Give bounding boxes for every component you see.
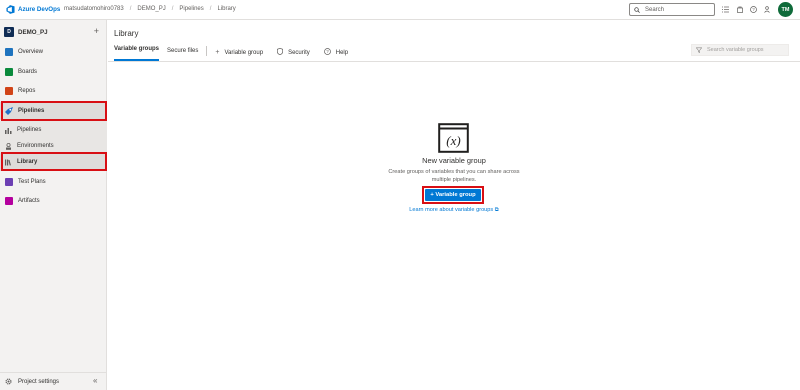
divider xyxy=(206,46,208,56)
empty-state-description: Create groups of variables that you can … xyxy=(388,169,520,183)
top-icons: ? xyxy=(722,5,771,14)
sidebar-item-label: Test Plans xyxy=(18,179,46,185)
person-settings-icon[interactable] xyxy=(764,5,771,14)
search-placeholder: Search xyxy=(645,6,665,13)
add-project-button[interactable]: + xyxy=(94,26,99,36)
test-plans-icon xyxy=(5,178,13,186)
sidebar-item-label: Repos xyxy=(18,88,36,94)
project-badge: D xyxy=(4,27,14,37)
brand-link[interactable]: Azure DevOps xyxy=(18,6,60,13)
variable-icon-text: (x) xyxy=(446,133,460,148)
sidebar-item-label: Environments xyxy=(17,143,54,149)
sidebar-item-repos[interactable]: Repos xyxy=(0,82,107,100)
artifacts-icon xyxy=(5,197,13,205)
svg-text:?: ? xyxy=(326,49,329,54)
avatar[interactable]: TM xyxy=(778,2,793,17)
overview-icon xyxy=(5,48,13,56)
breadcrumb-organization[interactable]: matsudatomohiro0783 xyxy=(64,6,124,12)
shopping-bag-icon[interactable] xyxy=(736,5,743,14)
action-label: Help xyxy=(335,50,349,56)
project-name: DEMO_PJ xyxy=(18,28,48,36)
empty-state-title: New variable group xyxy=(422,156,486,165)
action-label: Security xyxy=(288,50,310,56)
filter-placeholder: Search variable groups xyxy=(707,47,764,53)
tab-variable-groups[interactable]: Variable groups xyxy=(114,45,160,61)
pipelines-sub-icon xyxy=(5,127,12,134)
highlight-library xyxy=(1,152,107,171)
help-icon[interactable]: ? xyxy=(750,5,757,14)
repos-icon xyxy=(5,87,13,95)
sidebar-item-label: Artifacts xyxy=(18,198,40,204)
variable-icon: (x) xyxy=(438,123,469,153)
help-action[interactable]: ? Help xyxy=(323,47,349,59)
breadcrumb-separator: / xyxy=(129,6,132,12)
main-content: Library Variable groups Secure files + V… xyxy=(108,20,800,390)
sidebar-item-label: Pipelines xyxy=(17,127,42,133)
tab-divider xyxy=(108,61,800,62)
filter-variable-groups[interactable]: Search variable groups xyxy=(691,44,789,56)
environments-icon xyxy=(5,142,12,150)
shield-icon xyxy=(277,47,284,58)
sidebar-item-overview[interactable]: Overview xyxy=(0,43,107,61)
breadcrumb-project[interactable]: DEMO_PJ xyxy=(137,6,165,12)
breadcrumb-library[interactable]: Library xyxy=(217,6,235,12)
sidebar-item-label: Boards xyxy=(18,69,38,75)
sidebar-item-test-plans[interactable]: Test Plans xyxy=(0,173,107,191)
learn-more-link[interactable]: Learn more about variable groups ⧉ xyxy=(108,207,800,214)
boards-icon xyxy=(5,68,13,76)
gear-icon xyxy=(5,378,12,385)
search-box[interactable]: Search xyxy=(629,3,715,16)
tab-secure-files[interactable]: Secure files xyxy=(167,47,198,59)
search-icon xyxy=(634,6,640,13)
list-icon[interactable] xyxy=(722,5,729,14)
project-selector[interactable]: D DEMO_PJ + xyxy=(4,25,104,39)
filter-icon xyxy=(696,47,702,53)
breadcrumb: matsudatomohiro0783 / DEMO_PJ / Pipeline… xyxy=(64,6,236,12)
breadcrumb-separator: / xyxy=(209,6,212,12)
project-settings[interactable]: Project settings « xyxy=(0,372,107,390)
project-settings-label: Project settings xyxy=(18,378,60,385)
sidebar-item-boards[interactable]: Boards xyxy=(0,63,107,81)
sidebar-item-label: Overview xyxy=(18,49,44,55)
azure-devops-logo-icon[interactable] xyxy=(6,5,15,14)
page-title: Library xyxy=(114,29,139,38)
highlight-variable-group-button xyxy=(422,186,484,204)
sidebar-item-artifacts[interactable]: Artifacts xyxy=(0,192,107,210)
top-bar: Azure DevOps matsudatomohiro0783 / DEMO_… xyxy=(0,0,800,20)
plus-icon: + xyxy=(215,49,220,56)
help-circle-icon: ? xyxy=(323,48,331,58)
sidebar: D DEMO_PJ + Overview Boards Repos Pipeli… xyxy=(0,20,107,390)
security-action[interactable]: Security xyxy=(277,47,310,59)
add-variable-group-action[interactable]: + Variable group xyxy=(215,47,263,59)
collapse-sidebar-button[interactable]: « xyxy=(93,376,97,385)
highlight-pipelines xyxy=(1,101,107,121)
breadcrumb-separator: / xyxy=(171,6,174,12)
svg-text:?: ? xyxy=(752,7,755,12)
tab-bar: Variable groups Secure files + Variable … xyxy=(114,45,362,61)
breadcrumb-pipelines[interactable]: Pipelines xyxy=(179,6,203,12)
action-label: Variable group xyxy=(224,50,264,56)
